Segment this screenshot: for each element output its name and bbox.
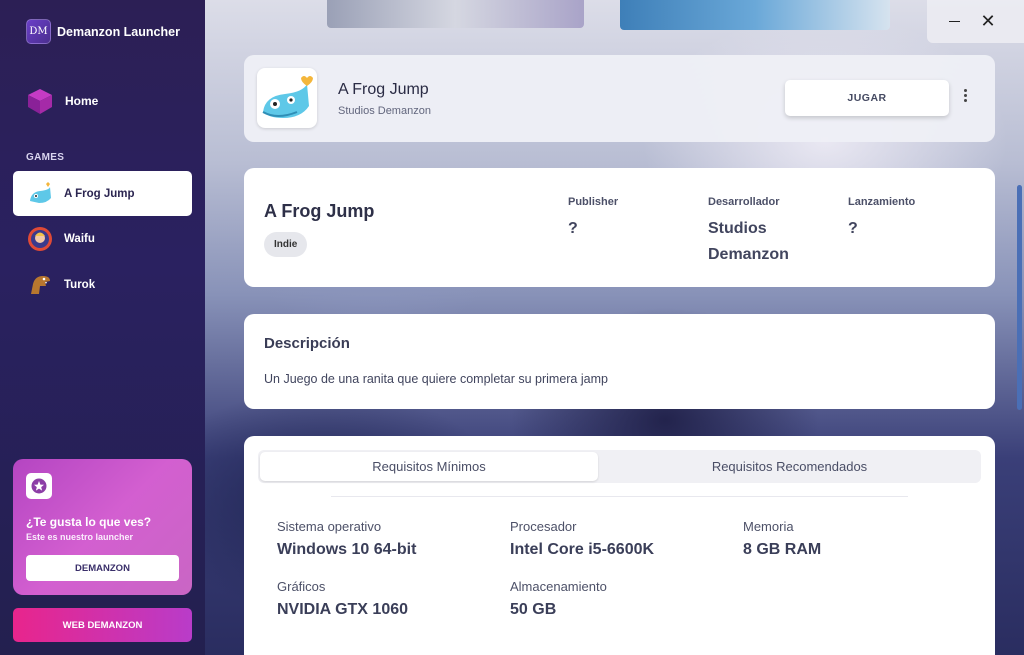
play-button[interactable]: JUGAR	[785, 80, 949, 116]
promo-title: ¿Te gusta lo que ves?	[26, 515, 152, 529]
info-title: A Frog Jump	[264, 201, 375, 221]
storage-label: Almacenamiento	[510, 579, 607, 594]
app-title: Demanzon Launcher	[57, 24, 180, 39]
developer-value: Studios Demanzon	[708, 216, 789, 268]
more-options-icon[interactable]	[958, 87, 972, 109]
game-header-card: A Frog Jump Studios Demanzon JUGAR	[244, 55, 995, 142]
release-label: Lanzamiento	[848, 196, 916, 208]
processor-label: Procesador	[510, 519, 577, 534]
brand: DM Demanzon Launcher	[26, 19, 180, 44]
publisher-value: ?	[568, 220, 578, 237]
sidebar-item-waifu[interactable]: Waifu	[13, 216, 192, 261]
developer-label: Desarrollador	[708, 196, 780, 208]
demanzon-button[interactable]: DEMANZON	[26, 555, 179, 581]
tab-minimum-requirements[interactable]: Requisitos Mínimos	[260, 452, 598, 481]
developer-value-line-1: Studios	[708, 220, 767, 237]
graphics-value: NVIDIA GTX 1060	[277, 601, 409, 618]
tab-recommended-requirements[interactable]: Requisitos Recomendados	[600, 452, 979, 481]
os-value: Windows 10 64-bit	[277, 541, 417, 558]
dinosaur-icon	[31, 275, 50, 294]
waifu-icon	[28, 226, 52, 251]
os-label: Sistema operativo	[277, 519, 382, 534]
screenshot-thumbnail[interactable]	[620, 0, 890, 30]
promo-card: ¿Te gusta lo que ves? Este es nuestro la…	[13, 459, 192, 595]
divider	[331, 496, 908, 497]
sidebar-item-label: Turok	[64, 278, 96, 291]
description-card: Descripción Un Juego de una ranita que q…	[244, 314, 995, 409]
game-title: A Frog Jump	[338, 81, 429, 98]
developer-value-line-2: Demanzon	[708, 246, 789, 263]
star-icon	[26, 473, 52, 499]
games-section-label: GAMES	[26, 152, 65, 163]
brand-logo-icon: DM	[26, 19, 51, 44]
memory-value: 8 GB RAM	[743, 541, 822, 558]
window-controls: ✕	[927, 0, 1024, 43]
graphics-label: Gráficos	[277, 579, 326, 594]
main-content: ✕ A Frog Jump Studios Demanzon JUGAR A F…	[205, 0, 1024, 655]
sidebar-item-turok[interactable]: Turok	[13, 262, 192, 307]
game-studio: Studios Demanzon	[338, 105, 431, 117]
sidebar-item-a-frog-jump[interactable]: A Frog Jump	[13, 171, 192, 216]
close-icon[interactable]: ✕	[978, 11, 998, 31]
sidebar: DM Demanzon Launcher Home GAMES A Frog J…	[0, 0, 205, 655]
memory-label: Memoria	[743, 519, 794, 534]
release-value: ?	[848, 220, 858, 237]
nav-home[interactable]: Home	[26, 87, 98, 115]
cube-icon	[28, 89, 52, 114]
frog-icon	[30, 181, 51, 203]
sidebar-item-label: A Frog Jump	[64, 187, 135, 200]
web-demanzon-button[interactable]: WEB DEMANZON	[13, 608, 192, 642]
storage-value: 50 GB	[510, 601, 557, 618]
scrollbar[interactable]	[1017, 185, 1022, 410]
game-info-card: A Frog Jump Indie Publisher ? Desarrolla…	[244, 168, 995, 287]
nav-home-label: Home	[65, 94, 99, 108]
description-text: Un Juego de una ranita que quiere comple…	[264, 372, 608, 386]
minimize-icon[interactable]	[949, 21, 960, 23]
description-title: Descripción	[264, 335, 350, 352]
genre-tag: Indie	[264, 232, 308, 257]
requirements-card: Requisitos Mínimos Requisitos Recomendad…	[244, 436, 995, 655]
sidebar-item-label: Waifu	[64, 232, 95, 245]
processor-value: Intel Core i5-6600K	[510, 541, 655, 558]
screenshot-thumbnail[interactable]	[327, 0, 584, 28]
requirements-tabs: Requisitos Mínimos Requisitos Recomendad…	[258, 450, 981, 483]
game-cover-image	[257, 68, 317, 128]
publisher-label: Publisher	[568, 196, 619, 208]
promo-subtitle: Este es nuestro launcher	[26, 532, 134, 542]
